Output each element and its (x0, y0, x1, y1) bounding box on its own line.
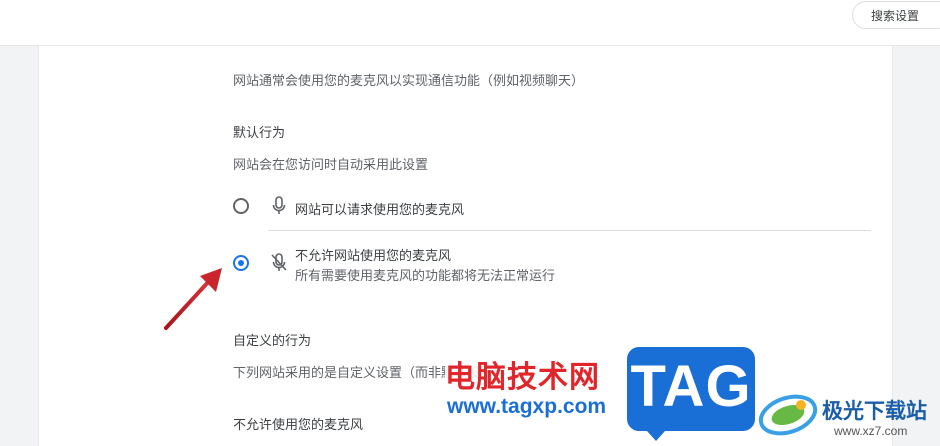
options-divider (268, 230, 871, 231)
default-behavior-subtitle: 网站会在您访问时自动采用此设置 (233, 157, 429, 172)
mic-icon (272, 196, 286, 214)
watermark-tag-pointer (647, 431, 665, 441)
annotation-arrow-icon (164, 268, 222, 330)
watermark-site-url: www.tagxp.com (447, 395, 607, 419)
aurora-logo-icon (758, 394, 818, 436)
search-settings-button[interactable]: 搜索设置 (852, 1, 940, 29)
radio-allow-ask[interactable] (233, 198, 249, 214)
watermark-tag-logo: TAG (627, 347, 755, 441)
custom-behavior-heading: 自定义的行为 (233, 333, 312, 348)
top-bar: 搜索设置 (0, 0, 940, 46)
microphone-description: 网站通常会使用您的麦克风以实现通信功能（例如视频聊天） (233, 73, 585, 88)
watermark-site-name: 电脑技术网 (445, 352, 600, 396)
option-block-sublabel: 所有需要使用麦克风的功能都将无法正常运行 (295, 268, 556, 283)
radio-block[interactable] (233, 255, 249, 271)
blocked-sites-heading: 不允许使用您的麦克风 (233, 417, 364, 432)
mic-off-icon (271, 253, 287, 271)
default-behavior-heading: 默认行为 (233, 125, 286, 140)
option-allow-ask-label[interactable]: 网站可以请求使用您的麦克风 (295, 199, 464, 218)
watermark-brand-name: 极光下载站 (822, 400, 927, 423)
watermark-brand-url: www.xz7.com (834, 424, 908, 438)
watermark-tag-logo-text: TAG (630, 354, 752, 419)
option-block-label[interactable]: 不允许网站使用您的麦克风 (295, 245, 451, 264)
